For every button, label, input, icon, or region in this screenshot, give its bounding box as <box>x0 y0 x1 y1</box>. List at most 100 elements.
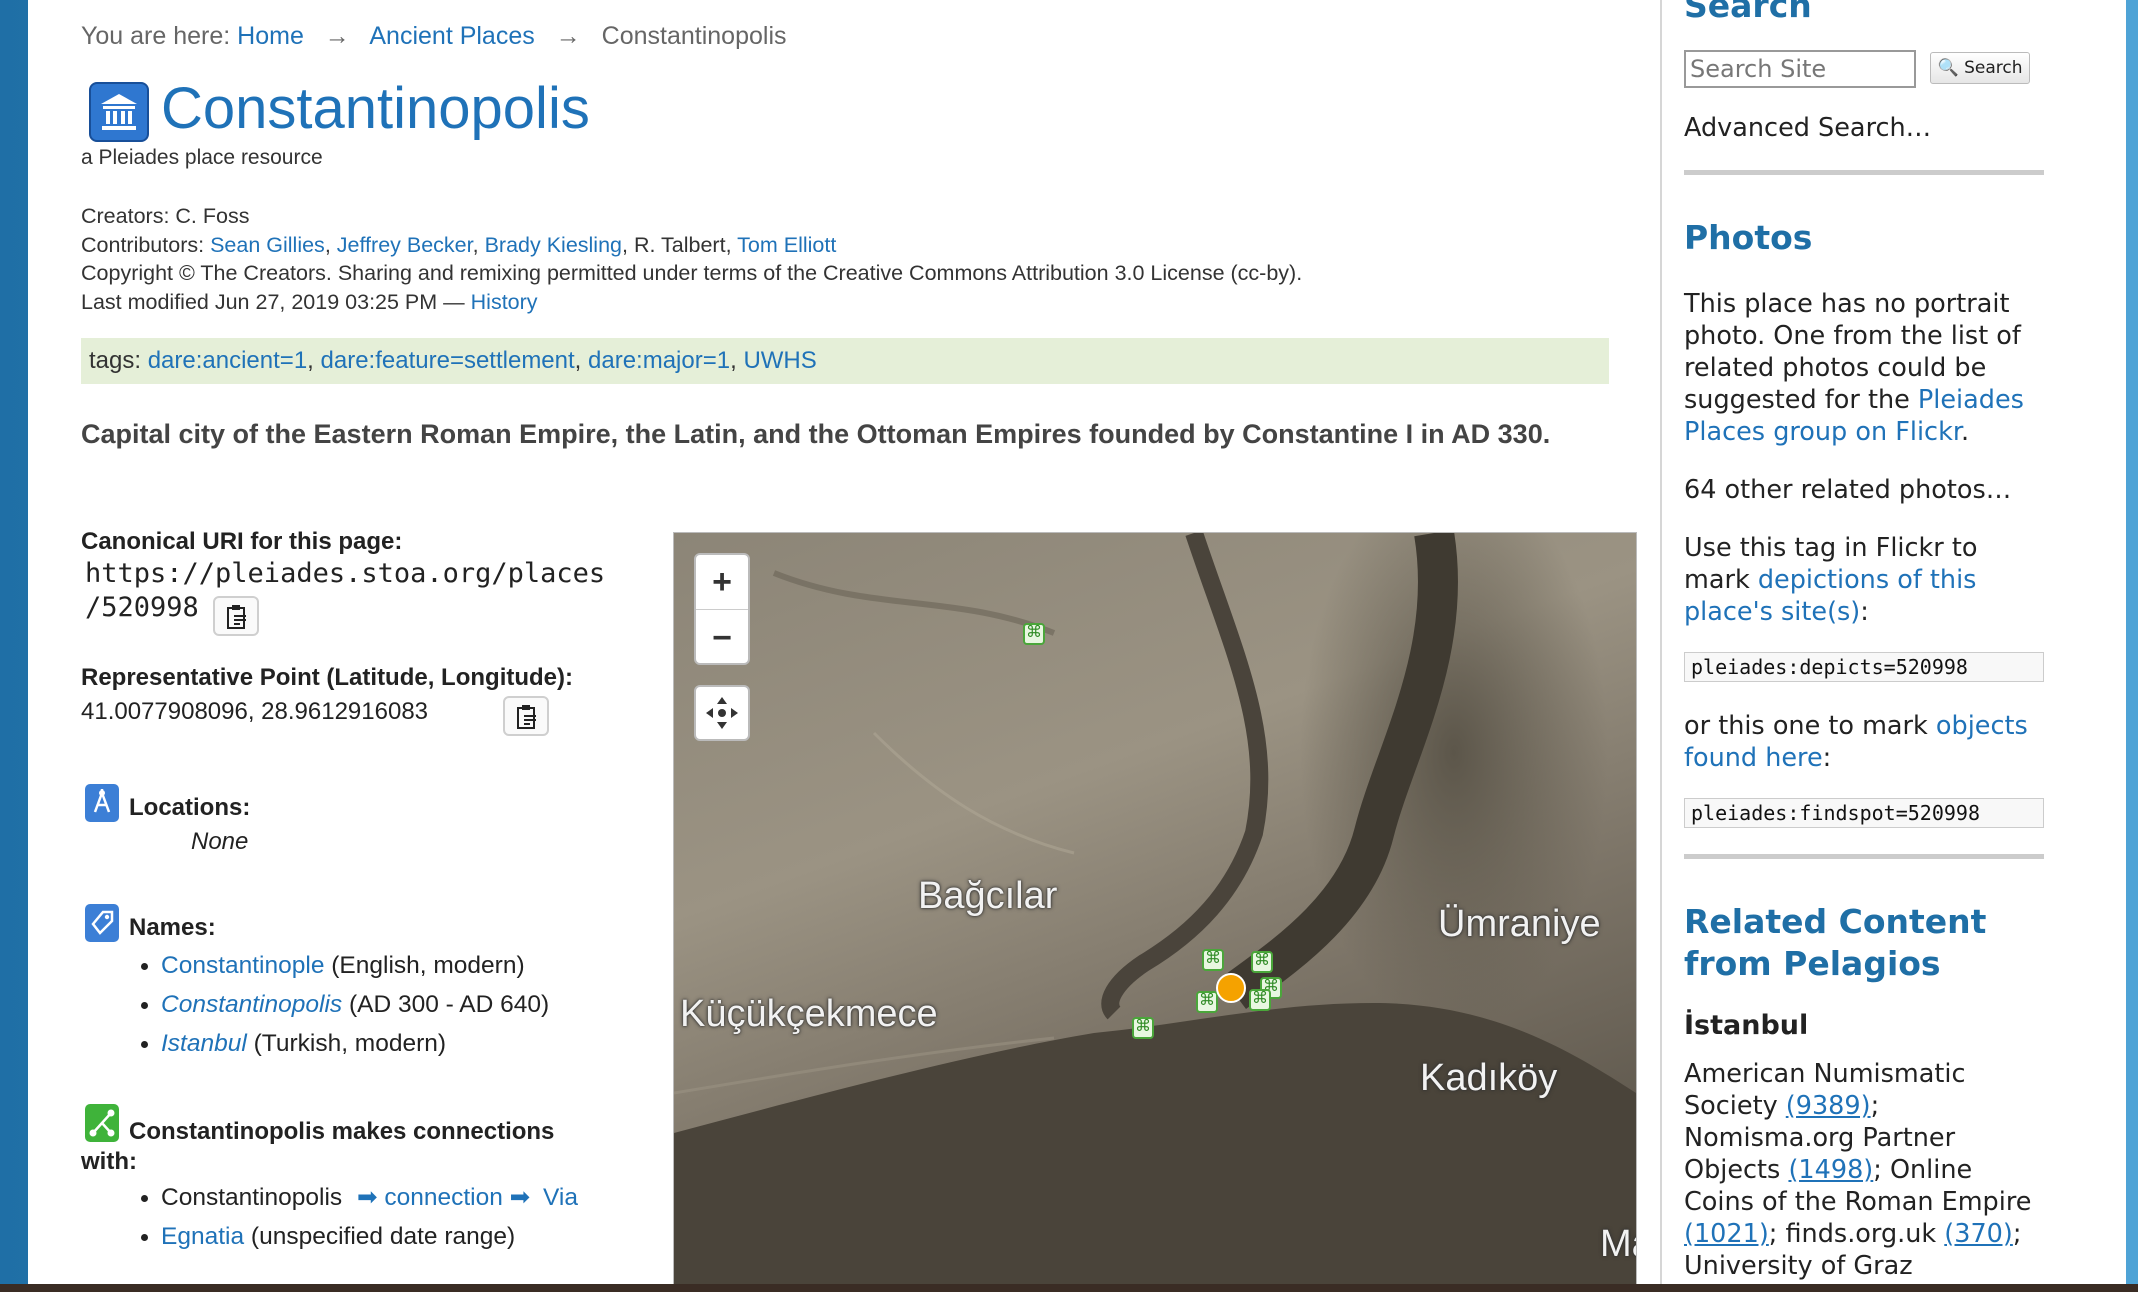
punctuation: . <box>1961 417 1970 447</box>
name-detail: (AD 300 - AD 640) <box>348 991 550 1018</box>
tag-link[interactable]: dare:major=1 <box>588 347 730 374</box>
source-name: University of Graz <box>1684 1251 1913 1281</box>
related-photos-link[interactable]: 64 other related photos… <box>1684 474 2044 506</box>
tag-link[interactable]: dare:ancient=1 <box>148 347 307 374</box>
breadcrumb-separator: → <box>555 22 581 50</box>
search-button[interactable]: 🔍 Search <box>1930 52 2030 84</box>
map-marker[interactable] <box>1023 622 1045 645</box>
creator-name: C. Foss <box>175 204 250 228</box>
magnifier-icon: 🔍 <box>1937 58 1959 78</box>
zoom-in-button[interactable]: + <box>696 555 748 610</box>
list-item: Istanbul (Turkish, modern) <box>139 1024 549 1063</box>
place-map[interactable]: + − Bağcılar Ümraniye Küçükçekmece Kadık… <box>673 532 1637 1284</box>
search-heading: Search <box>1684 0 1812 25</box>
contributor-link[interactable]: Tom Elliott <box>737 233 836 257</box>
tag-link[interactable]: dare:feature=settlement <box>321 347 575 374</box>
source-count-link[interactable]: (1498) <box>1788 1155 1873 1185</box>
zoom-out-button[interactable]: − <box>696 611 748 665</box>
window-bottom-edge <box>0 1284 2138 1292</box>
search-button-label: Search <box>1964 58 2023 78</box>
pan-button[interactable] <box>694 685 750 741</box>
move-arrows-icon <box>706 697 738 729</box>
findspot-tag-text: or this one to mark objects found here: <box>1684 710 2044 774</box>
map-marker[interactable] <box>1249 988 1271 1011</box>
divider <box>1684 170 2044 175</box>
contributors-label: Contributors: <box>81 232 205 257</box>
source-count-link[interactable]: (9389) <box>1786 1091 1871 1121</box>
names-list: Constantinople (English, modern) Constan… <box>139 946 549 1063</box>
copy-point-button[interactable] <box>503 696 549 736</box>
punctuation: : <box>1860 597 1869 627</box>
connections-network-icon <box>85 1104 119 1142</box>
locations-compass-icon <box>85 784 119 822</box>
document-byline: Creators: C. Foss Contributors: Sean Gil… <box>81 202 1302 316</box>
uri-line-1: https://pleiades.stoa.org/places <box>85 558 606 589</box>
list-item-continued: Egnatia (unspecified date range) <box>139 1217 578 1256</box>
breadcrumb-current: Constantinopolis <box>601 22 787 50</box>
breadcrumb-separator: → <box>324 22 350 50</box>
contributor-link[interactable]: Sean Gillies <box>210 233 325 257</box>
name-link[interactable]: Istanbul <box>161 1030 247 1057</box>
tags-bar: tags: dare:ancient=1, dare:feature=settl… <box>81 338 1609 384</box>
place-description: Capital city of the Eastern Roman Empire… <box>81 419 1551 449</box>
history-link[interactable]: History <box>471 290 538 314</box>
creators-line: Creators: C. Foss <box>81 202 1302 231</box>
uri-label: Canonical URI for this page: <box>81 528 403 555</box>
clipboard-icon <box>227 605 246 629</box>
map-marker[interactable] <box>1196 990 1218 1013</box>
name-detail: (Turkish, modern) <box>253 1030 447 1057</box>
map-label-edge: Ma <box>1600 1223 1636 1265</box>
page-content: You are here: Home → Ancient Places → Co… <box>28 0 2126 1284</box>
related-content-heading: Related Content <box>1684 902 1987 941</box>
zoom-controls: + − <box>694 553 750 665</box>
tag-link[interactable]: UWHS <box>743 347 816 374</box>
name-link[interactable]: Constantinopolis <box>161 991 342 1018</box>
representative-point-marker[interactable] <box>1216 973 1246 1003</box>
depicts-tag-field[interactable]: pleiades:depicts=520998 <box>1684 652 2044 682</box>
source-count-link[interactable]: (1021) <box>1684 1219 1769 1249</box>
map-marker[interactable] <box>1202 948 1224 971</box>
list-item: Constantinopolis ➡ connection ➡ Via <box>139 1178 578 1217</box>
name-link[interactable]: Constantinople <box>161 952 324 979</box>
page-subtitle: a Pleiades place resource <box>81 146 323 169</box>
modified-line: Last modified Jun 27, 2019 03:25 PM — Hi… <box>81 288 1302 317</box>
map-label-umraniye: Ümraniye <box>1438 903 1601 945</box>
connection-source: Constantinopolis <box>161 1184 343 1211</box>
contributor-name: R. Talbert <box>633 232 726 257</box>
copyright-line: Copyright © The Creators. Sharing and re… <box>81 261 1303 285</box>
names-title: Names: <box>129 914 216 941</box>
connection-type-link[interactable]: connection <box>384 1184 503 1211</box>
list-item: Constantinopolis (AD 300 - AD 640) <box>139 985 549 1024</box>
map-label-kucukcekmece: Küçükçekmece <box>680 993 938 1035</box>
advanced-search-link[interactable]: Advanced Search… <box>1684 112 2044 144</box>
contributor-link[interactable]: Jeffrey Becker <box>337 233 473 257</box>
tags-label: tags: <box>89 347 142 374</box>
punctuation: : <box>1822 743 1832 773</box>
clipboard-icon <box>517 705 536 729</box>
connection-target-link[interactable]: Via <box>543 1184 578 1211</box>
uri-line-2: /520998 <box>85 592 199 623</box>
connections-list: Constantinopolis ➡ connection ➡ Via Egna… <box>139 1178 578 1256</box>
search-input[interactable]: Search Site <box>1684 50 1916 88</box>
connection-target-link[interactable]: Egnatia <box>161 1223 244 1250</box>
related-sources: American Numismatic Society (9389); Nomi… <box>1684 1059 2032 1281</box>
names-tag-icon <box>85 904 119 942</box>
page-title: Constantinopolis <box>161 76 590 141</box>
name-detail: (English, modern) <box>331 952 525 979</box>
related-place-name: İstanbul <box>1684 1010 1809 1041</box>
divider <box>1684 854 2044 859</box>
breadcrumb-home-link[interactable]: Home <box>237 22 304 50</box>
photos-heading: Photos <box>1684 218 1813 257</box>
breadcrumb-ancient-places-link[interactable]: Ancient Places <box>369 22 534 50</box>
contributor-link[interactable]: Brady Kiesling <box>485 233 622 257</box>
map-marker[interactable] <box>1251 950 1273 973</box>
findspot-tag-field[interactable]: pleiades:findspot=520998 <box>1684 798 2044 828</box>
map-marker[interactable] <box>1132 1016 1154 1039</box>
breadcrumb: You are here: Home → Ancient Places → Co… <box>81 22 787 51</box>
place-building-icon <box>89 82 149 142</box>
copy-uri-button[interactable] <box>213 596 259 636</box>
point-label: Representative Point (Latitude, Longitud… <box>81 664 574 691</box>
source-count-link[interactable]: (370) <box>1944 1219 2013 1249</box>
connections-title: Constantinopolis makes connections <box>129 1118 555 1145</box>
locations-value: None <box>191 828 249 855</box>
